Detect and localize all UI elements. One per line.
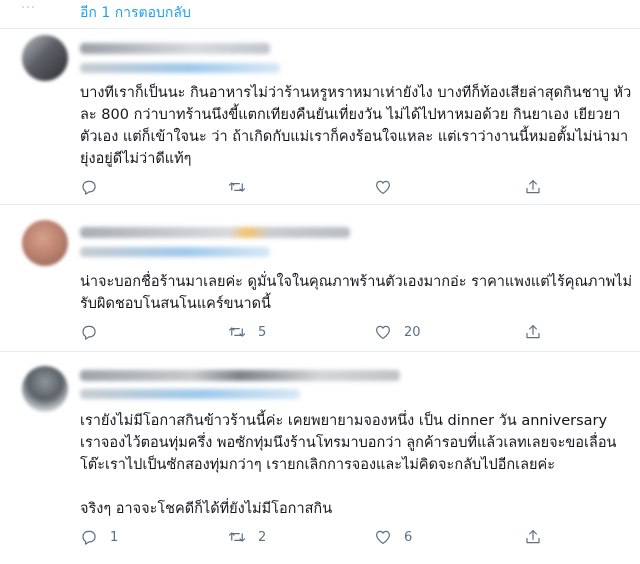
retweet-button[interactable] — [228, 177, 258, 197]
reply-count: 1 — [110, 529, 119, 545]
display-name-blurred[interactable] — [80, 43, 270, 54]
share-button[interactable] — [524, 177, 542, 197]
tweet-actions — [80, 177, 550, 197]
tweet-actions: 5 20 — [80, 322, 550, 342]
tweet-text: บางทีเราก็เป็นนะ กินอาหารไม่ว่าร้านหรูหร… — [80, 85, 632, 167]
heart-icon — [376, 180, 390, 194]
like-count: 20 — [404, 324, 421, 340]
retweet-count: 2 — [258, 529, 267, 545]
reply-button[interactable]: 1 — [80, 527, 118, 547]
replying-to-blurred — [80, 389, 300, 399]
heart-icon — [376, 530, 390, 544]
tweet-text: เรายังไม่มีโอกาสกินข้าวร้านนี้ค่ะ เคยพยา… — [80, 413, 617, 517]
like-button[interactable] — [374, 177, 404, 197]
reply-tweet[interactable]: น่าจะบอกชื่อร้านมาเลยค่ะ ดูมั่นใจในคุณภา… — [0, 205, 640, 352]
avatar[interactable] — [22, 366, 68, 412]
reply-icon — [82, 325, 96, 340]
display-name-blurred[interactable] — [80, 227, 350, 238]
reply-tweet[interactable]: บางทีเราก็เป็นนะ กินอาหารไม่ว่าร้านหรูหร… — [0, 29, 640, 205]
reply-icon — [82, 530, 96, 545]
share-icon — [526, 325, 540, 339]
avatar[interactable] — [22, 220, 68, 266]
like-button[interactable]: 6 — [374, 527, 412, 547]
like-button[interactable]: 20 — [374, 322, 421, 342]
avatar[interactable] — [22, 35, 68, 81]
reply-tweet[interactable]: เรายังไม่มีโอกาสกินข้าวร้านนี้ค่ะ เคยพยา… — [0, 352, 640, 564]
thread-dots-icon — [22, 6, 34, 8]
heart-icon — [376, 325, 390, 339]
retweet-icon — [228, 327, 246, 337]
share-icon — [526, 530, 540, 544]
reply-button[interactable] — [80, 177, 110, 197]
reply-icon — [82, 180, 96, 195]
tweet-text: น่าจะบอกชื่อร้านมาเลยค่ะ ดูมั่นใจในคุณภา… — [80, 274, 633, 312]
show-more-replies[interactable]: อีก 1 การตอบกลับ — [0, 0, 640, 29]
replying-to-blurred — [80, 247, 270, 257]
retweet-icon — [228, 532, 246, 542]
like-count: 6 — [404, 529, 413, 545]
tweet-actions: 1 2 6 — [80, 527, 550, 547]
show-more-replies-link[interactable]: อีก 1 การตอบกลับ — [80, 2, 191, 24]
retweet-button[interactable]: 5 — [228, 322, 266, 342]
reply-button[interactable] — [80, 322, 110, 342]
share-button[interactable] — [524, 527, 542, 547]
share-icon — [526, 180, 540, 194]
retweet-count: 5 — [258, 324, 267, 340]
replying-to-blurred — [80, 63, 280, 73]
share-button[interactable] — [524, 322, 542, 342]
display-name-blurred[interactable] — [80, 370, 400, 381]
retweet-button[interactable]: 2 — [228, 527, 266, 547]
retweet-icon — [228, 182, 246, 192]
